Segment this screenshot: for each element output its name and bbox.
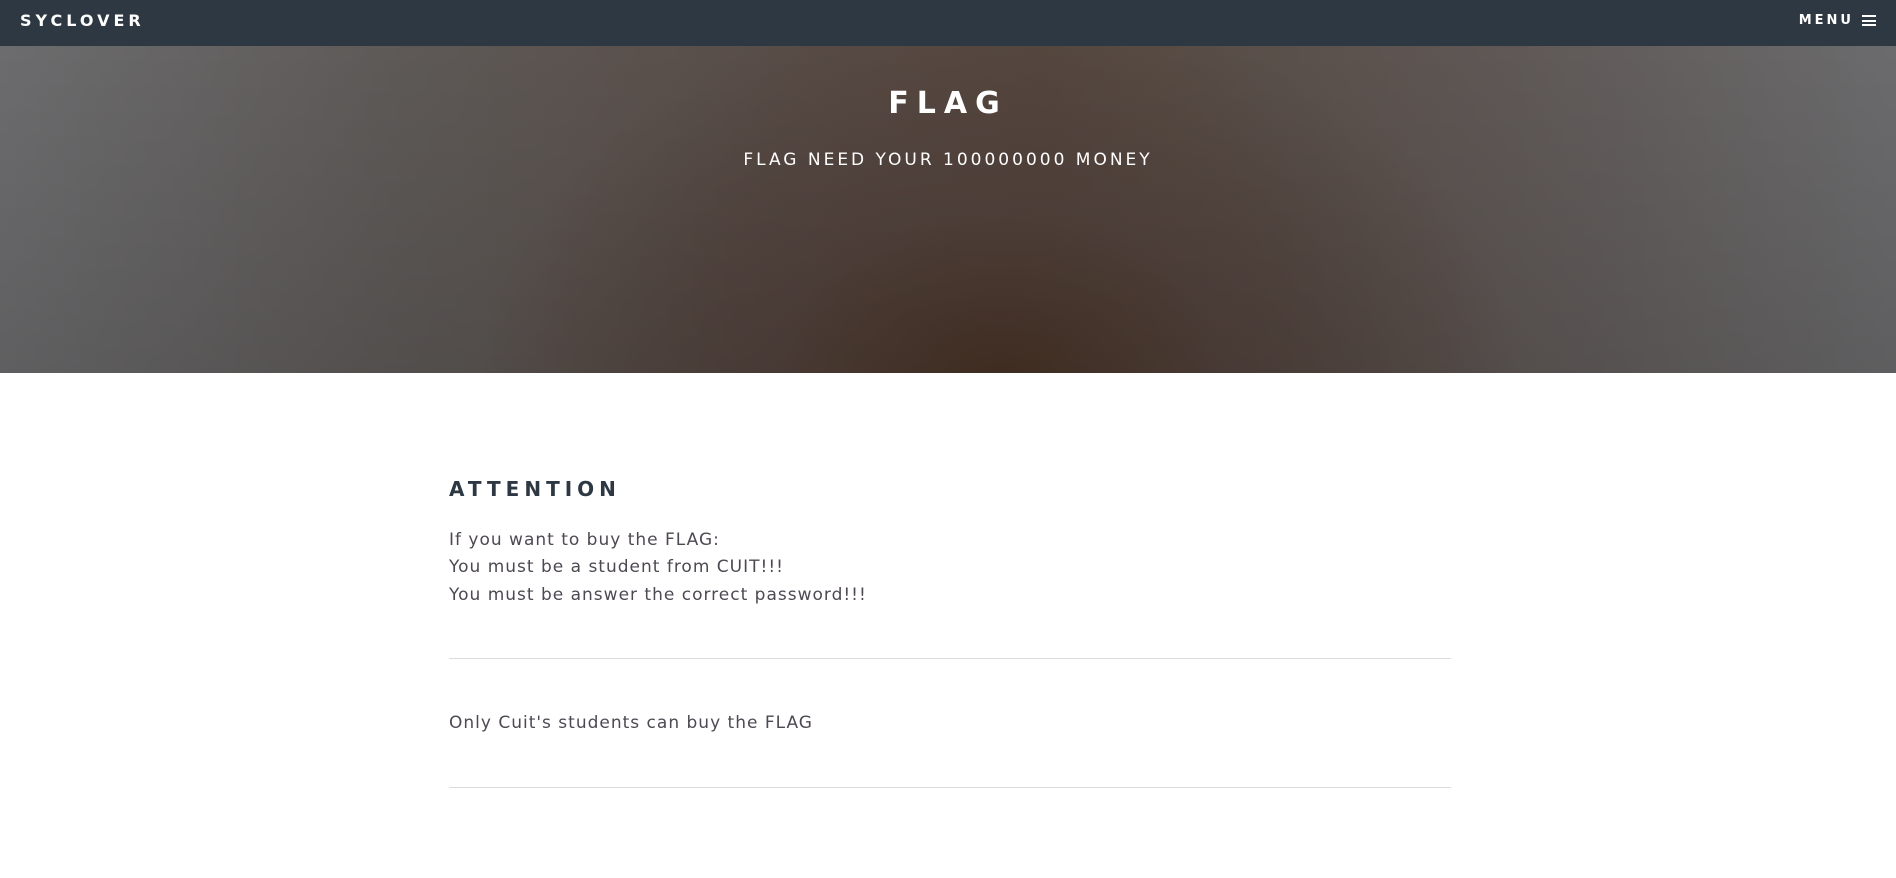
instruction-line: You must be answer the correct password!… bbox=[449, 585, 867, 605]
menu-label: MENU bbox=[1798, 13, 1854, 28]
menu-button[interactable]: MENU bbox=[1799, 13, 1876, 28]
page-title: FLAG bbox=[888, 86, 1008, 121]
hamburger-icon bbox=[1862, 15, 1876, 26]
notice-text: Only Cuit's students can buy the FLAG bbox=[449, 713, 813, 733]
instruction-line: You must be a student from CUIT!!! bbox=[449, 557, 784, 577]
instruction-line: If you want to buy the FLAG: bbox=[449, 530, 720, 550]
divider bbox=[449, 658, 1451, 659]
hero-banner: FLAG FLAG NEED YOUR 100000000 MONEY bbox=[0, 46, 1896, 373]
page-subtitle: FLAG NEED YOUR 100000000 MONEY bbox=[743, 150, 1153, 170]
top-navbar: SYCLOVER MENU bbox=[0, 0, 1896, 46]
attention-heading: ATTENTION bbox=[449, 477, 621, 501]
divider bbox=[449, 787, 1451, 788]
brand-link[interactable]: SYCLOVER bbox=[20, 11, 145, 30]
